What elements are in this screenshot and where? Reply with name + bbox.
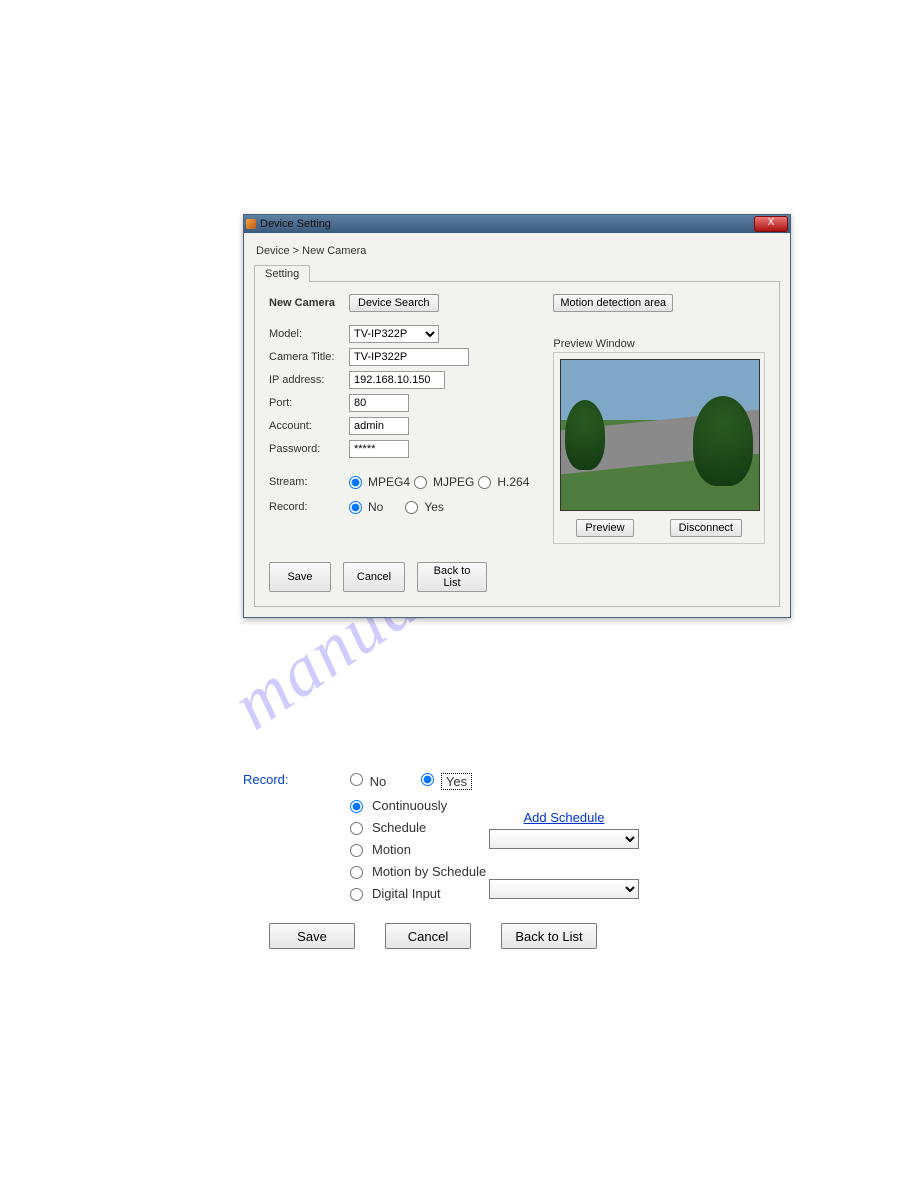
mode-label: Motion by Schedule [372, 864, 486, 879]
motion-detection-button[interactable]: Motion detection area [553, 294, 673, 312]
stream-mpeg4-radio[interactable] [349, 476, 362, 489]
add-schedule-link[interactable]: Add Schedule [524, 810, 605, 825]
mode-label: Motion [372, 842, 411, 857]
record-opt-label: No [368, 500, 383, 514]
model-select[interactable]: TV-IP322P [349, 325, 439, 343]
record-no-label: No [370, 774, 387, 789]
port-input[interactable] [349, 394, 409, 412]
stream-mjpeg-radio[interactable] [414, 476, 427, 489]
back-to-list-button-2[interactable]: Back to List [501, 923, 597, 949]
save-button-2[interactable]: Save [269, 923, 355, 949]
stream-opt-label: MPEG4 [368, 475, 410, 489]
close-icon[interactable]: X [754, 216, 788, 232]
password-input[interactable] [349, 440, 409, 458]
motion-schedule-select[interactable] [489, 879, 639, 899]
account-input[interactable] [349, 417, 409, 435]
camera-preview-image [560, 359, 760, 511]
mode-motion-by-schedule-radio[interactable] [350, 866, 363, 879]
disconnect-button[interactable]: Disconnect [670, 519, 742, 537]
model-label: Model: [269, 328, 349, 340]
cancel-button-2[interactable]: Cancel [385, 923, 471, 949]
password-label: Password: [269, 443, 349, 455]
record-yes-radio[interactable] [405, 501, 418, 514]
mode-label: Continuously [372, 798, 447, 813]
record-yes-label: Yes [441, 773, 472, 790]
app-icon [246, 219, 256, 229]
title-bar: Device Setting X [244, 215, 790, 233]
stream-opt-label: MJPEG [433, 475, 474, 489]
record-label: Record: [269, 501, 349, 513]
save-button[interactable]: Save [269, 562, 331, 592]
mode-continuously-radio[interactable] [350, 800, 363, 813]
ip-label: IP address: [269, 374, 349, 386]
back-to-list-button[interactable]: Back to List [417, 562, 487, 592]
stream-label: Stream: [269, 476, 349, 488]
mode-motion-radio[interactable] [350, 844, 363, 857]
preview-window-label: Preview Window [553, 338, 765, 350]
mode-label: Digital Input [372, 886, 441, 901]
record-no-radio-2[interactable] [350, 773, 363, 786]
stream-opt-label: H.264 [497, 475, 529, 489]
stream-h264-radio[interactable] [478, 476, 491, 489]
schedule-select[interactable] [489, 829, 639, 849]
camera-title-label: Camera Title: [269, 351, 349, 363]
record-yes-radio-2[interactable] [421, 773, 434, 786]
record-no-radio[interactable] [349, 501, 362, 514]
device-search-button[interactable]: Device Search [349, 294, 439, 312]
window-title: Device Setting [260, 218, 331, 230]
tab-setting[interactable]: Setting [254, 265, 310, 282]
port-label: Port: [269, 397, 349, 409]
device-setting-window: Device Setting X Device > New Camera Set… [243, 214, 791, 618]
preview-box: Preview Disconnect [553, 352, 765, 544]
record-opt-label: Yes [424, 500, 444, 514]
cancel-button[interactable]: Cancel [343, 562, 405, 592]
preview-button[interactable]: Preview [576, 519, 633, 537]
mode-schedule-radio[interactable] [350, 822, 363, 835]
account-label: Account: [269, 420, 349, 432]
new-camera-heading: New Camera [269, 297, 349, 309]
camera-title-input[interactable] [349, 348, 469, 366]
mode-label: Schedule [372, 820, 426, 835]
record-options-panel: Record: No Yes Continuously Schedule Mot… [243, 770, 789, 949]
ip-input[interactable] [349, 371, 445, 389]
record-label-2: Record: [243, 772, 345, 787]
mode-digital-input-radio[interactable] [350, 888, 363, 901]
breadcrumb: Device > New Camera [254, 239, 780, 265]
